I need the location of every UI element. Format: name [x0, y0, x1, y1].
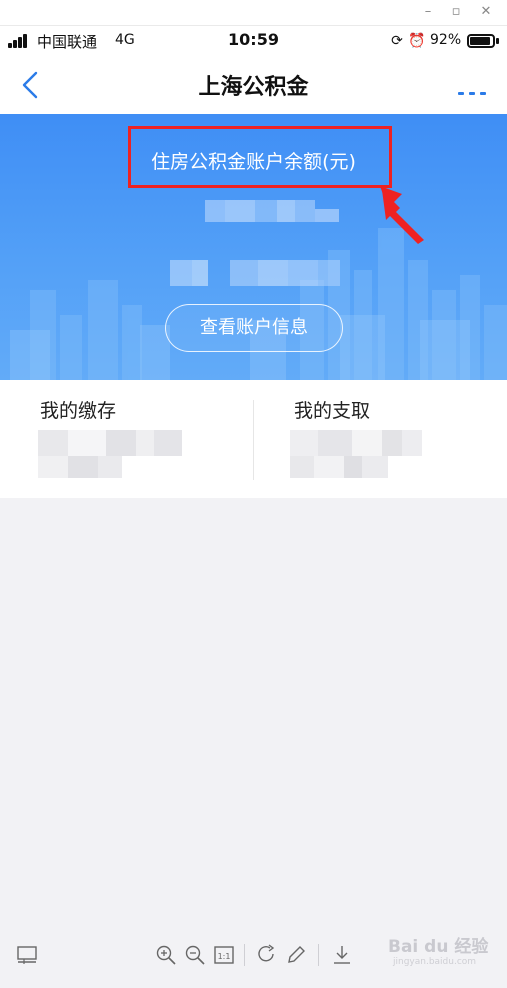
maximize-icon[interactable]: ▫	[446, 3, 466, 21]
watermark-url: jingyan.baidu.com	[393, 957, 477, 967]
battery-level	[470, 37, 491, 45]
nav-bar: 上海公积金	[0, 56, 507, 114]
actual-size-icon[interactable]: 1:1	[213, 944, 235, 966]
summary-card: 我的缴存 我的支取	[0, 380, 507, 498]
highlight-box	[128, 126, 392, 188]
rotation-lock-icon: ⟳	[391, 33, 403, 49]
toolbar-separator	[318, 944, 319, 966]
svg-text:1:1: 1:1	[218, 952, 231, 961]
watermark-brand: Bai du 经验	[388, 937, 489, 957]
status-bar: 中国联通 4G 10:59 ⟳ ⏰ 92%	[0, 26, 507, 56]
rotate-icon[interactable]	[256, 944, 278, 966]
close-icon[interactable]: ✕	[476, 3, 496, 21]
edit-pencil-icon[interactable]	[285, 944, 307, 966]
download-icon[interactable]	[331, 944, 353, 966]
battery-cap	[496, 38, 499, 44]
my-deposit-label[interactable]: 我的缴存	[40, 396, 116, 423]
zoom-in-icon[interactable]	[155, 944, 177, 966]
alarm-icon: ⏰	[408, 33, 426, 49]
battery-icon	[467, 34, 495, 48]
thumbnail-panel-icon[interactable]	[16, 944, 38, 966]
balance-banner: 住房公积金账户余额(元) 查看账户信息	[0, 114, 507, 380]
annotation-arrow-icon	[380, 186, 424, 244]
divider	[253, 400, 254, 480]
more-icon[interactable]	[452, 68, 492, 102]
screen: – ▫ ✕ 中国联通 4G 10:59 ⟳ ⏰ 92% 上海公积金 住房公积金账…	[0, 0, 507, 988]
my-withdrawal-label[interactable]: 我的支取	[294, 396, 370, 423]
city-skyline-illustration	[10, 228, 507, 380]
view-account-info-button[interactable]: 查看账户信息	[165, 304, 343, 352]
minimize-icon[interactable]: –	[418, 3, 438, 21]
page-title: 上海公积金	[198, 75, 309, 100]
battery-percent: 92%	[430, 32, 462, 48]
window-titlebar: – ▫ ✕	[0, 0, 507, 26]
zoom-out-icon[interactable]	[184, 944, 206, 966]
toolbar-separator	[244, 944, 245, 966]
